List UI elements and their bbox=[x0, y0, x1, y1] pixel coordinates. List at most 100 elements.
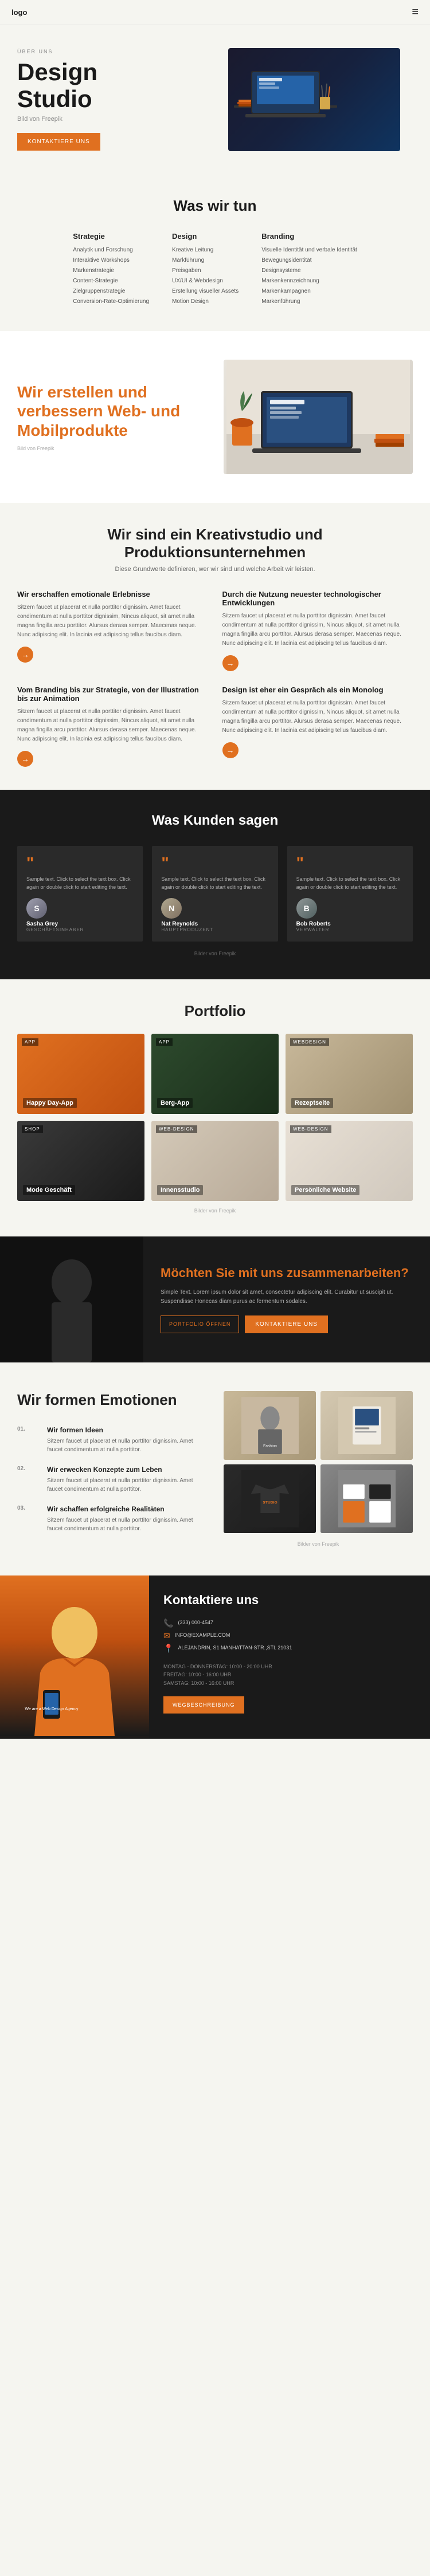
service-col-branding-list: Visuelle Identität und verbale Identität… bbox=[261, 246, 357, 306]
list-item: Markführung bbox=[172, 257, 239, 265]
svg-text:We are a Web Design Agency: We are a Web Design Agency bbox=[25, 1707, 79, 1711]
erstellen-image bbox=[224, 360, 413, 474]
desk-scene-svg bbox=[226, 360, 410, 474]
portfolio-item-3[interactable]: WEBDESIGN Rezeptseite bbox=[286, 1034, 413, 1114]
quote-icon-2: " bbox=[161, 855, 268, 871]
contact-hours: MONTAG - DONNERSTAG: 10:00 - 20:00 UHR F… bbox=[163, 1663, 416, 1687]
svg-text:Fashion: Fashion bbox=[263, 1444, 277, 1448]
kreativ-title: Wir sind ein Kreativstudio und Produktio… bbox=[17, 526, 413, 561]
portfolio-label-1: APP bbox=[22, 1038, 38, 1046]
step-title-1: Wir formen Ideen bbox=[47, 1426, 206, 1434]
cta-title: Möchten Sie mit uns zusammenarbeiten? bbox=[161, 1266, 413, 1281]
kreativ-item-2-text: Sitzem faucet ut placerat et nulla portt… bbox=[222, 612, 413, 648]
testimonial-name-3: Bob Roberts bbox=[296, 921, 404, 927]
shirt-svg: STUDIO bbox=[241, 1470, 299, 1527]
avatar-bob: B bbox=[296, 898, 317, 919]
hero-image-area bbox=[215, 48, 413, 151]
formen-step-2: 02. Wir erwecken Konzepte zum Leben Sitz… bbox=[17, 1466, 206, 1494]
formen-image-4 bbox=[320, 1464, 413, 1533]
hero-label: ÜBER UNS bbox=[17, 49, 215, 54]
avatar-nat: N bbox=[161, 898, 182, 919]
cta-content: Möchten Sie mit uns zusammenarbeiten? Si… bbox=[143, 1248, 430, 1350]
list-item: Analytik und Forschung bbox=[73, 246, 149, 254]
portfolio-item-4[interactable]: SHOP Mode Geschäft bbox=[17, 1121, 144, 1201]
service-col-design-list: Kreative Leitung Markführung Preisgaben … bbox=[172, 246, 239, 306]
erstellen-text: Wir erstellen und verbessern Web- und Mo… bbox=[17, 383, 206, 452]
testimonials-grid: " Sample text. Click to select the text … bbox=[17, 846, 413, 942]
hamburger-icon[interactable]: ≡ bbox=[412, 6, 419, 19]
quote-icon-1: " bbox=[26, 855, 134, 871]
portfolio-item-1[interactable]: APP Happy Day-App bbox=[17, 1034, 144, 1114]
list-item: Bewegungsidentität bbox=[261, 257, 357, 265]
portfolio-label-3: WEBDESIGN bbox=[290, 1038, 329, 1046]
contact-info-list: 📞 (333) 000-4547 ✉ INFO@EXAMPLE.COM 📍 AL… bbox=[163, 1619, 416, 1652]
branding-svg bbox=[338, 1470, 396, 1527]
step-content-1: Wir formen Ideen Sitzem faucet ut placer… bbox=[47, 1426, 206, 1454]
contact-email: ✉ INFO@EXAMPLE.COM bbox=[163, 1632, 416, 1640]
list-item: Designsysteme bbox=[261, 267, 357, 275]
formen-image-3: STUDIO bbox=[224, 1464, 316, 1533]
testimonial-role-1: GESCHÄFTSINHABER bbox=[26, 927, 134, 932]
list-item: UX/UI & Webdesign bbox=[172, 277, 239, 285]
portfolio-item-6[interactable]: WEB-DESIGN Persönliche Website bbox=[286, 1121, 413, 1201]
service-col-strategie: Strategie Analytik und Forschung Interak… bbox=[73, 232, 149, 308]
portfolio-label-4: SHOP bbox=[22, 1125, 43, 1133]
services-grid: Strategie Analytik und Forschung Interak… bbox=[17, 232, 413, 308]
directions-button[interactable]: WEGBESCHREIBUNG bbox=[163, 1696, 244, 1714]
testimonial-card-3: " Sample text. Click to select the text … bbox=[287, 846, 413, 942]
hero-subtitle: Bild von Freepik bbox=[17, 116, 215, 123]
portfolio-thumb-4: SHOP Mode Geschäft bbox=[17, 1121, 144, 1201]
service-col-branding-heading: Branding bbox=[261, 232, 357, 241]
contact-image: We are a Web Design Agency bbox=[0, 1575, 149, 1739]
portfolio-open-button[interactable]: PORTFOLIO ÖFFNEN bbox=[161, 1315, 239, 1333]
kreativ-item-4: Design ist eher ein Gespräch als ein Mon… bbox=[222, 686, 413, 767]
testimonials-section: Was Kunden sagen " Sample text. Click to… bbox=[0, 790, 430, 979]
service-col-design: Design Kreative Leitung Markführung Prei… bbox=[172, 232, 239, 308]
portfolio-item-2[interactable]: APP Berg-App bbox=[151, 1034, 279, 1114]
step-content-2: Wir erwecken Konzepte zum Leben Sitzem f… bbox=[47, 1466, 206, 1494]
testimonial-role-3: VERWALTER bbox=[296, 927, 404, 932]
formen-title: Wir formen Emotionen bbox=[17, 1391, 206, 1409]
hero-cta-button[interactable]: KONTAKTIERE UNS bbox=[17, 133, 100, 151]
testimonial-text-1: Sample text. Click to select the text bo… bbox=[26, 876, 134, 891]
kreativ-icon-2: → bbox=[222, 655, 239, 671]
kreativ-item-1-title: Wir erschaffen emotionale Erlebnisse bbox=[17, 590, 208, 598]
list-item: Preisgaben bbox=[172, 267, 239, 275]
portfolio-grid: APP Happy Day-App APP Berg-App WEBDESIGN… bbox=[17, 1034, 413, 1201]
portfolio-label-2: APP bbox=[156, 1038, 173, 1046]
testimonials-title: Was Kunden sagen bbox=[17, 813, 413, 829]
mockup-svg bbox=[338, 1397, 396, 1454]
service-col-branding: Branding Visuelle Identität und verbale … bbox=[261, 232, 357, 308]
portfolio-name-5: Innensstudio bbox=[157, 1185, 203, 1195]
portfolio-name-6: Persönliche Website bbox=[291, 1185, 359, 1195]
portfolio-name-3: Rezeptseite bbox=[291, 1098, 333, 1108]
portfolio-thumb-1: APP Happy Day-App bbox=[17, 1034, 144, 1114]
testimonial-role-2: HAUPTPRODUZENT bbox=[161, 927, 268, 932]
erstellen-title: Wir erstellen und verbessern Web- und Mo… bbox=[17, 383, 206, 440]
portfolio-item-5[interactable]: WEB-DESIGN Innensstudio bbox=[151, 1121, 279, 1201]
cta-contact-button[interactable]: KONTAKTIERE UNS bbox=[245, 1315, 328, 1333]
step-text-2: Sitzem faucet ut placerat et nulla portt… bbox=[47, 1476, 206, 1494]
quote-icon-3: " bbox=[296, 855, 404, 871]
kreativ-subtitle: Diese Grundwerte definieren, wer wir sin… bbox=[17, 566, 413, 573]
step-title-2: Wir erwecken Konzepte zum Leben bbox=[47, 1466, 206, 1474]
nav-logo: logo bbox=[11, 8, 27, 17]
testimonial-card-2: " Sample text. Click to select the text … bbox=[152, 846, 277, 942]
hero-section: ÜBER UNS Design Studio Bild von Freepik … bbox=[0, 25, 430, 174]
formen-img-label: Bilder von Freepik bbox=[224, 1541, 413, 1547]
portfolio-thumb-5: WEB-DESIGN Innensstudio bbox=[151, 1121, 279, 1201]
hero-image-box bbox=[228, 48, 400, 151]
testimonial-card-1: " Sample text. Click to select the text … bbox=[17, 846, 143, 942]
cta-image bbox=[0, 1236, 143, 1362]
avatar-sasha: S bbox=[26, 898, 47, 919]
hero-title: Design Studio bbox=[17, 59, 215, 112]
kreativ-item-2: Durch die Nutzung neuester technologisch… bbox=[222, 590, 413, 671]
kreativ-grid: Wir erschaffen emotionale Erlebnisse Sit… bbox=[17, 590, 413, 767]
formen-step-1: 01. Wir formen Ideen Sitzem faucet ut pl… bbox=[17, 1426, 206, 1454]
portfolio-img-label: Bilder von Freepik bbox=[17, 1208, 413, 1214]
step-text-3: Sitzem faucet ut placerat et nulla portt… bbox=[47, 1516, 206, 1533]
hero-laptop-svg bbox=[228, 48, 343, 123]
portfolio-thumb-6: WEB-DESIGN Persönliche Website bbox=[286, 1121, 413, 1201]
step-text-1: Sitzem faucet ut placerat et nulla portt… bbox=[47, 1437, 206, 1454]
formen-step-3: 03. Wir schaffen erfolgreiche Realitäten… bbox=[17, 1505, 206, 1533]
